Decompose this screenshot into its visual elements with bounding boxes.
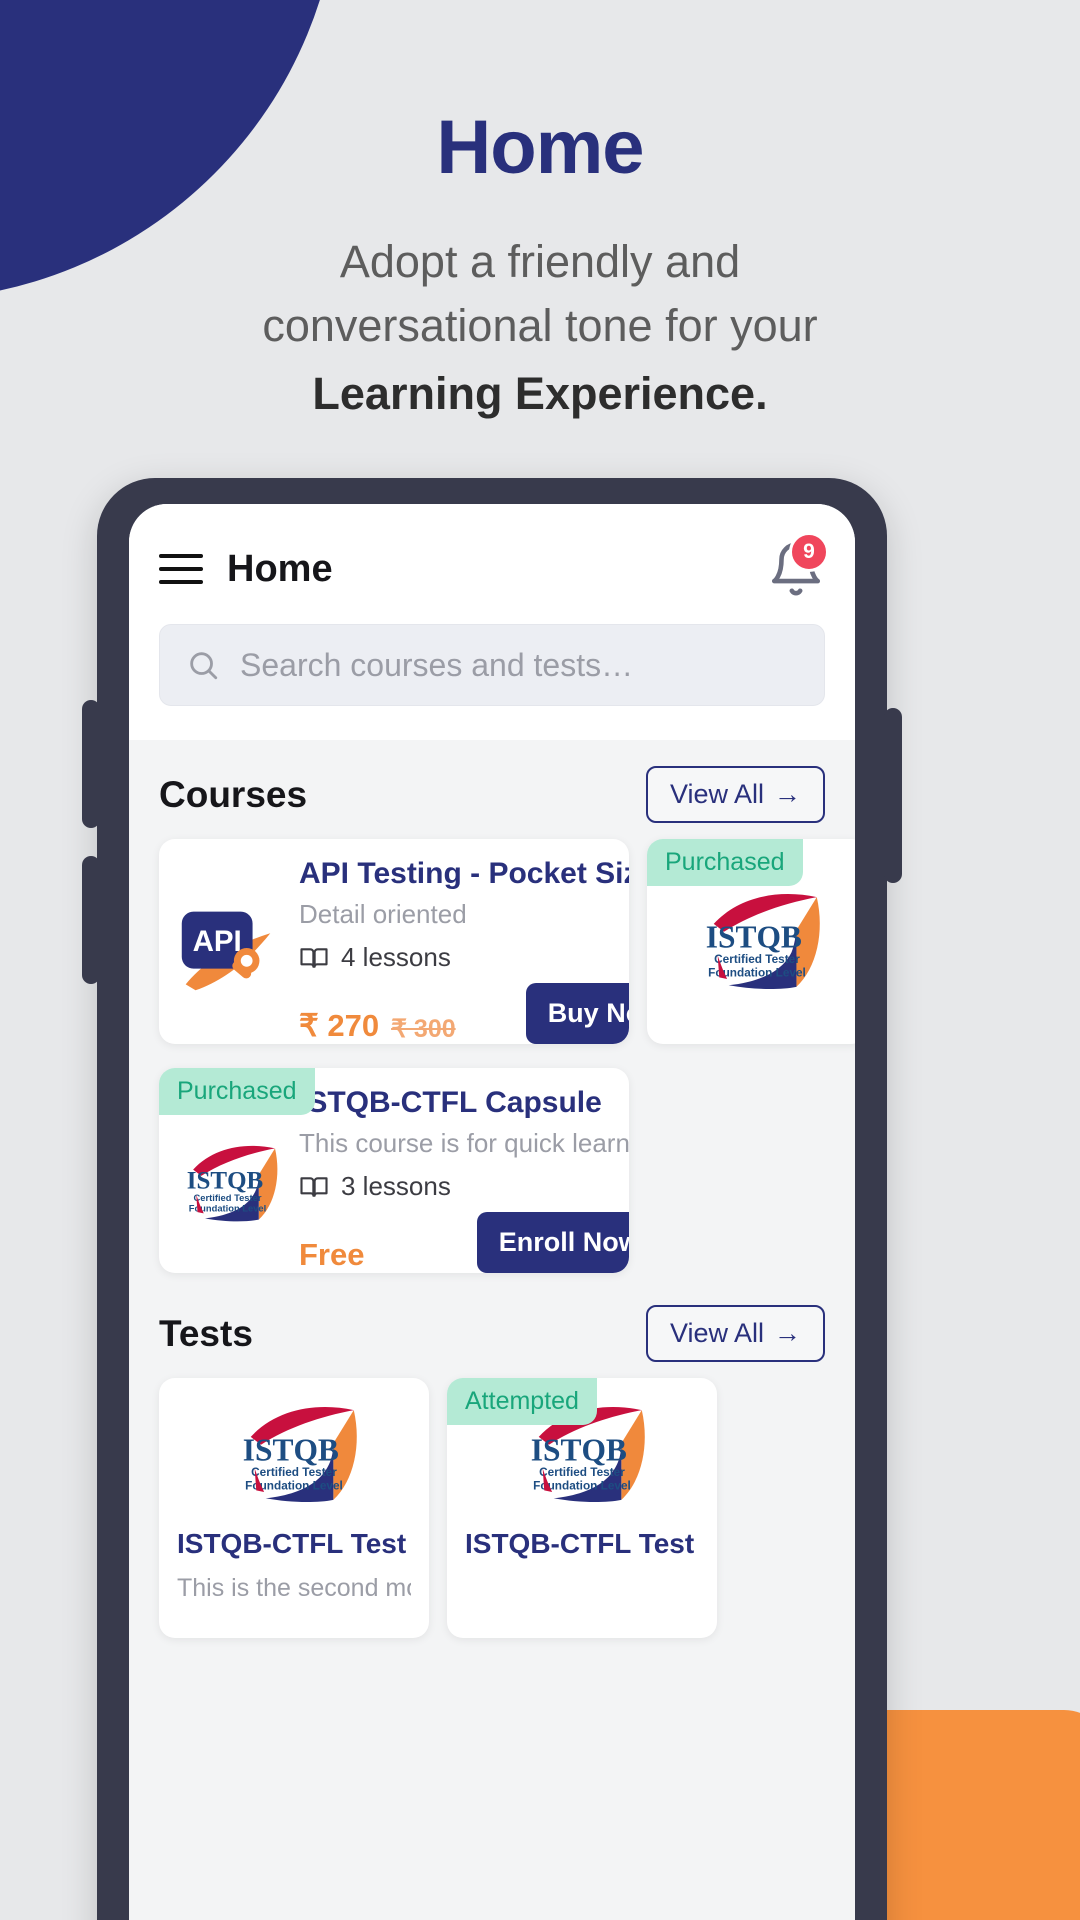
svg-text:API: API [193, 924, 242, 957]
promo-title: Home [436, 105, 644, 190]
course-title: API Testing - Pocket Size… [299, 857, 629, 890]
course-title: ISTQB-CTFL Capsule [299, 1086, 602, 1119]
courses-view-all-label: View All [669, 779, 764, 809]
course-price: Free [299, 1237, 365, 1272]
phone-screen: Home 9 Search courses and tests… Courses… [129, 504, 855, 1920]
courses-section-title: Courses [159, 773, 308, 815]
svg-text:ISTQB: ISTQB [243, 1433, 339, 1468]
search-zone: Search courses and tests… [129, 624, 855, 740]
course-lessons: 3 lessons [299, 1171, 629, 1202]
svg-text:ISTQB: ISTQB [706, 919, 802, 954]
svg-text:ISTQB: ISTQB [531, 1433, 627, 1468]
volume-up-button[interactable] [82, 700, 100, 828]
search-icon [190, 652, 218, 680]
book-icon [300, 1176, 328, 1197]
api-testing-logo: API [159, 853, 295, 1044]
volume-down-button[interactable] [82, 856, 100, 984]
promo-subtitle-line2: conversational tone for your [262, 299, 818, 351]
svg-text:Certified Tester: Certified Tester [539, 1465, 625, 1479]
api-testing-logo-icon: API [181, 911, 271, 990]
test-title: ISTQB-CTFL Test 02 [177, 1528, 411, 1559]
svg-text:Certified Tester: Certified Tester [193, 1192, 261, 1202]
course-lessons: 4 lessons [299, 942, 629, 973]
istqb-logo-icon: ISTQB Certified Tester Foundation Level [243, 1407, 357, 1503]
promo-copy: Home Adopt a friendly and conversational… [0, 0, 1080, 425]
search-placeholder: Search courses and tests… [240, 646, 634, 683]
status-badge: Purchased [647, 839, 803, 886]
status-badge: Purchased [159, 1068, 315, 1115]
istqb-logo-icon: ISTQB Certified Tester Foundation Level [186, 1145, 277, 1221]
svg-text:Certified Tester: Certified Tester [714, 952, 800, 966]
test-title: ISTQB-CTFL Test 01 [465, 1528, 699, 1559]
course-card-peek[interactable]: Purchased ISTQB Certified Tester Foundat… [647, 839, 855, 1044]
arrow-right-icon: → [774, 779, 801, 809]
power-button[interactable] [884, 708, 902, 883]
page-title: Home [227, 547, 333, 590]
courses-rail-row-1[interactable]: API API Testing - Pocket Size… Detail or… [129, 839, 855, 1050]
app-header: Home 9 [129, 504, 855, 624]
course-description: This course is for quick learni… [299, 1127, 629, 1158]
istqb-logo-icon: ISTQB Certified Tester Foundation Level [706, 893, 820, 989]
hamburger-icon[interactable] [159, 554, 203, 584]
promo-subtitle-strong: Learning Experience. [312, 367, 768, 419]
course-card[interactable]: API API Testing - Pocket Size… Detail or… [159, 839, 629, 1044]
tests-section-title: Tests [159, 1312, 253, 1354]
buy-now-button[interactable]: Buy Now [525, 983, 629, 1044]
test-description: This is the second mo… [177, 1574, 411, 1602]
search-input[interactable]: Search courses and tests… [159, 624, 825, 706]
test-card[interactable]: Attempted ISTQB Certified Tester Foundat… [447, 1378, 717, 1638]
course-card-body: API Testing - Pocket Size… Detail orient… [295, 853, 629, 1044]
course-lessons-label: 4 lessons [341, 942, 451, 972]
istqb-logo: ISTQB Certified Tester Foundation Level [177, 1394, 411, 1516]
course-price: ₹ 270 [299, 1008, 380, 1043]
course-card[interactable]: Purchased ISTQB Certified Tester Foundat… [159, 1068, 629, 1273]
arrow-right-icon: → [774, 1318, 801, 1348]
promo-subtitle: Adopt a friendly and conversational tone… [0, 230, 1080, 426]
tests-view-all-button[interactable]: View All → [645, 1305, 825, 1362]
course-footer: Free Enroll Now [299, 1212, 629, 1273]
promo-screenshot: Home Adopt a friendly and conversational… [0, 0, 1080, 1920]
enroll-now-button[interactable]: Enroll Now [476, 1212, 629, 1273]
course-footer: ₹ 270 ₹ 300 Buy Now [299, 983, 629, 1044]
notification-badge: 9 [789, 532, 829, 572]
course-price-original: ₹ 300 [391, 1015, 456, 1043]
phone-mockup: Home 9 Search courses and tests… Courses… [82, 478, 902, 1920]
tests-section-header: Tests View All → [129, 1279, 855, 1378]
course-lessons-label: 3 lessons [341, 1171, 451, 1201]
book-icon [300, 947, 328, 968]
test-card[interactable]: ISTQB Certified Tester Foundation Level … [159, 1378, 429, 1638]
notification-button[interactable]: 9 [767, 532, 829, 598]
svg-text:Certified Tester: Certified Tester [251, 1465, 337, 1479]
tests-view-all-label: View All [669, 1318, 764, 1348]
status-badge: Attempted [447, 1378, 597, 1425]
svg-text:ISTQB: ISTQB [186, 1167, 262, 1194]
promo-subtitle-line1: Adopt a friendly and [339, 235, 741, 287]
tests-rail[interactable]: ISTQB Certified Tester Foundation Level … [129, 1378, 855, 1638]
courses-view-all-button[interactable]: View All → [645, 766, 825, 823]
course-card-body: ISTQB-CTFL Capsule This course is for qu… [295, 1068, 629, 1273]
courses-rail-row-2[interactable]: Purchased ISTQB Certified Tester Foundat… [129, 1050, 855, 1279]
course-description: Detail oriented [299, 898, 467, 929]
courses-section-header: Courses View All → [129, 740, 855, 839]
